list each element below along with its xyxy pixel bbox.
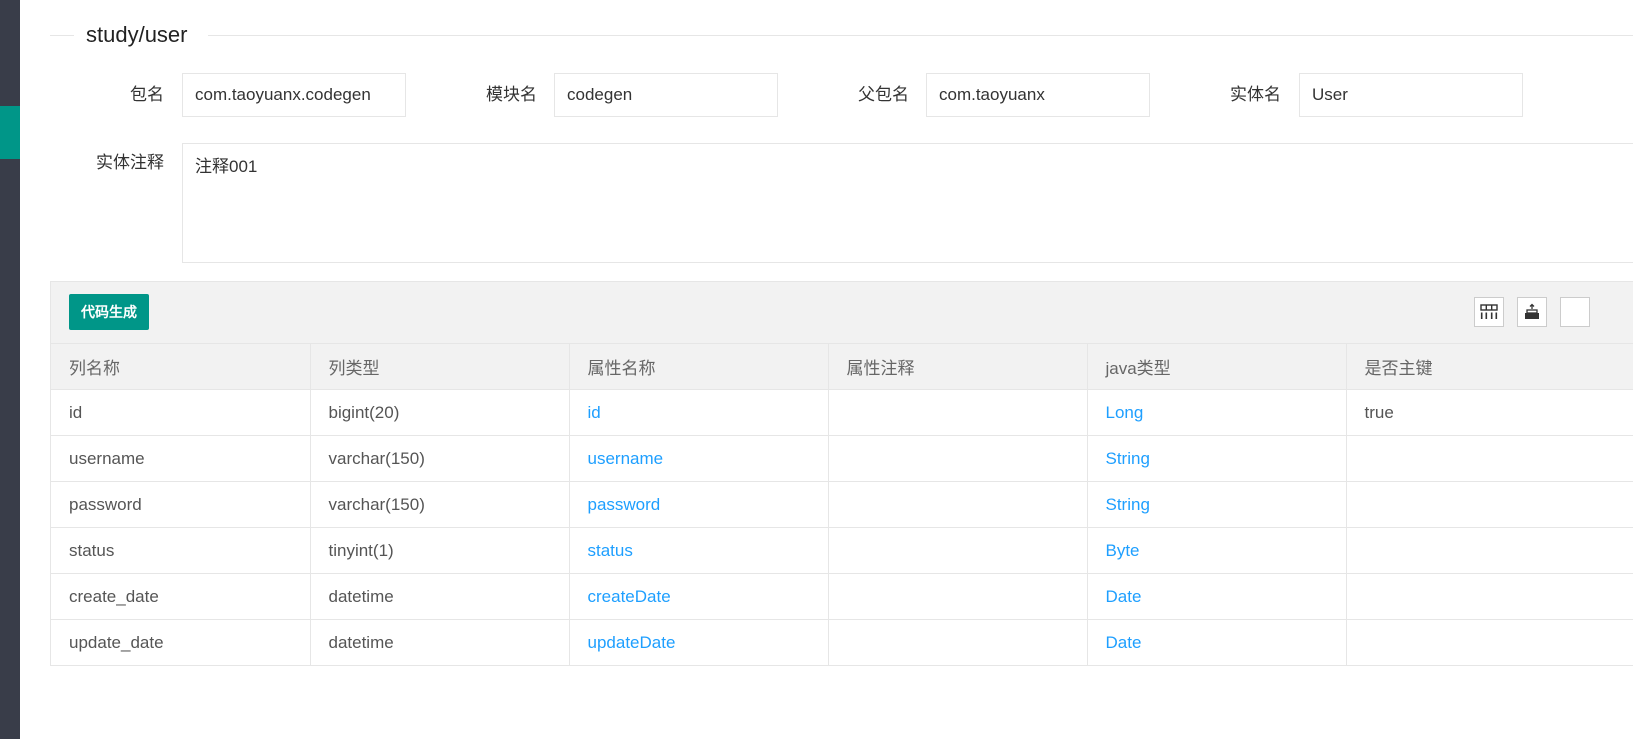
entity-label: 实体名 [1230, 85, 1281, 104]
cell-java-type[interactable]: Date [1087, 619, 1347, 665]
cell-is-primary-key [1346, 619, 1633, 665]
header-java-type[interactable]: java类型 [1087, 344, 1347, 390]
cell-column-name: status [51, 527, 311, 574]
cell-is-primary-key [1346, 527, 1633, 574]
export-icon[interactable] [1517, 297, 1547, 327]
parent-package-label: 父包名 [858, 85, 909, 104]
cell-java-type[interactable]: Byte [1087, 527, 1347, 574]
cell-is-primary-key: true [1346, 389, 1633, 436]
header-is-primary-key[interactable]: 是否主键 [1346, 344, 1633, 390]
cell-column-type: varchar(150) [310, 435, 570, 482]
cell-column-name: create_date [51, 573, 311, 620]
cell-column-name: password [51, 481, 311, 528]
table-row: username varchar(150) username String [51, 435, 1633, 482]
entity-comment-textarea[interactable]: 注释001 [182, 143, 1633, 263]
cell-column-type: tinyint(1) [310, 527, 570, 574]
cell-is-primary-key [1346, 573, 1633, 620]
fieldset-line-right [208, 35, 1633, 36]
cell-property-comment[interactable] [828, 619, 1088, 665]
module-input[interactable] [554, 73, 778, 117]
entity-comment-label: 实体注释 [96, 153, 164, 172]
cell-property-name[interactable]: id [569, 389, 829, 436]
cell-java-type[interactable]: Date [1087, 573, 1347, 620]
header-property-comment[interactable]: 属性注释 [828, 344, 1088, 390]
table-toolbar: 代码生成 [51, 282, 1633, 344]
table-row: status tinyint(1) status Byte [51, 527, 1633, 574]
cell-java-type[interactable]: Long [1087, 389, 1347, 436]
package-label: 包名 [130, 85, 164, 104]
fieldset-legend: study/user [86, 20, 192, 50]
cell-column-type: varchar(150) [310, 481, 570, 528]
cell-property-name[interactable]: updateDate [569, 619, 829, 665]
columns-table: 列名称 列类型 属性名称 属性注释 java类型 是否主键 id bigint(… [51, 344, 1633, 665]
cell-column-type: bigint(20) [310, 389, 570, 436]
cell-property-name[interactable]: password [569, 481, 829, 528]
cell-java-type[interactable]: String [1087, 481, 1347, 528]
cell-property-name[interactable]: status [569, 527, 829, 574]
print-icon[interactable] [1560, 297, 1590, 327]
header-property-name[interactable]: 属性名称 [569, 344, 829, 390]
cell-column-name: id [51, 389, 311, 436]
cell-property-name[interactable]: username [569, 435, 829, 482]
package-input[interactable] [182, 73, 406, 117]
cell-column-name: update_date [51, 619, 311, 665]
cell-property-comment[interactable] [828, 389, 1088, 436]
parent-package-input[interactable] [926, 73, 1150, 117]
table-header-row: 列名称 列类型 属性名称 属性注释 java类型 是否主键 [51, 344, 1633, 390]
sidebar [0, 0, 20, 739]
cell-java-type[interactable]: String [1087, 435, 1347, 482]
table-row: update_date datetime updateDate Date [51, 619, 1633, 665]
header-column-type[interactable]: 列类型 [310, 344, 570, 390]
cell-property-comment[interactable] [828, 435, 1088, 482]
cell-property-comment[interactable] [828, 527, 1088, 574]
cell-is-primary-key [1346, 481, 1633, 528]
table-row: password varchar(150) password String [51, 481, 1633, 528]
generate-code-button[interactable]: 代码生成 [69, 294, 149, 330]
cell-column-name: username [51, 435, 311, 482]
cell-property-comment[interactable] [828, 481, 1088, 528]
sidebar-active-item[interactable] [0, 106, 20, 159]
module-label: 模块名 [486, 85, 537, 104]
cell-property-comment[interactable] [828, 573, 1088, 620]
cell-property-name[interactable]: createDate [569, 573, 829, 620]
cell-column-type: datetime [310, 619, 570, 665]
columns-filter-icon[interactable] [1474, 297, 1504, 327]
table-row: id bigint(20) id Long true [51, 389, 1633, 436]
fieldset-line-left [50, 35, 74, 36]
cell-column-type: datetime [310, 573, 570, 620]
table-row: create_date datetime createDate Date [51, 573, 1633, 620]
header-column-name[interactable]: 列名称 [51, 344, 311, 390]
entity-input[interactable] [1299, 73, 1523, 117]
cell-is-primary-key [1346, 435, 1633, 482]
columns-table-panel: 代码生成 列名称 列类型 属性名称 属性注释 java类型 是否主键 id bi… [50, 281, 1633, 666]
